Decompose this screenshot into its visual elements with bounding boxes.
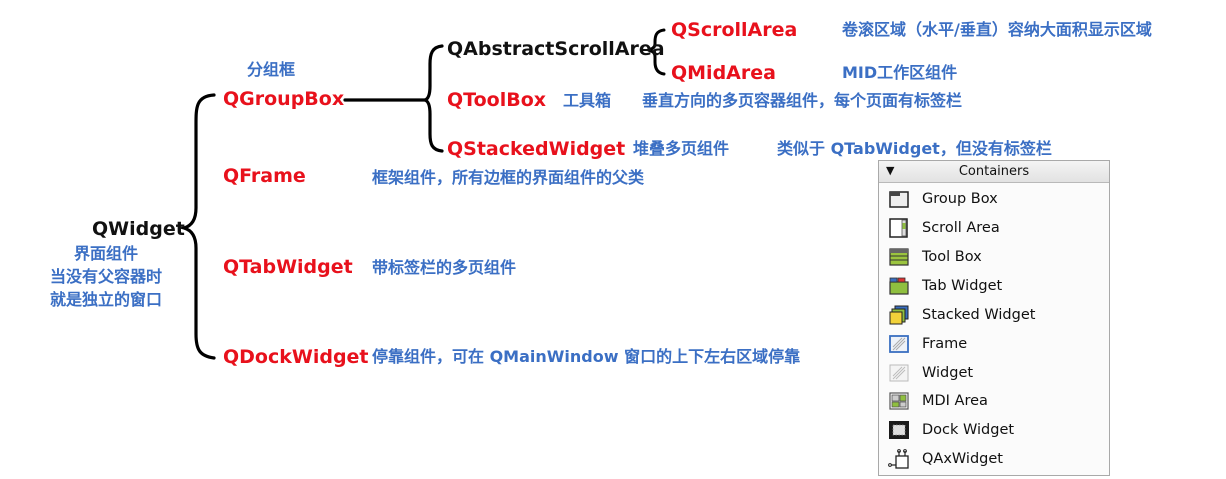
frame-class-label: QFrame xyxy=(223,165,306,187)
containers-item-label: Tab Widget xyxy=(922,278,1003,294)
toolbox-desc-short: 工具箱 xyxy=(563,91,612,110)
groupbox-brace xyxy=(419,44,444,153)
containers-item-label: Group Box xyxy=(922,191,998,207)
containers-item-dock-widget[interactable]: Dock Widget xyxy=(887,418,1103,442)
toolbox-desc-long: 垂直方向的多页容器组件，每个页面有标签栏 xyxy=(642,91,963,110)
containers-item-tab-widget[interactable]: Tab Widget xyxy=(887,274,1103,298)
groupbox-desc: 分组框 xyxy=(247,60,296,79)
containers-item-label: Scroll Area xyxy=(922,220,1000,236)
containers-item-frame[interactable]: Frame xyxy=(887,332,1103,356)
root-desc-line-3: 就是独立的窗口 xyxy=(49,290,162,309)
containers-item-label: Frame xyxy=(922,336,968,352)
tabwidget-class-label: QTabWidget xyxy=(223,256,353,278)
containers-item-scroll-area[interactable]: Scroll Area xyxy=(887,216,1103,240)
frame-desc: 框架组件，所有边框的界面组件的父类 xyxy=(372,168,645,187)
scroll-area-icon xyxy=(889,218,908,238)
containers-panel-header[interactable]: ▼ Containers xyxy=(879,161,1109,183)
dock-widget-class-label: QDockWidget xyxy=(223,346,369,368)
containers-item-label: Stacked Widget xyxy=(922,307,1036,323)
mdi-area-desc: MID工作区组件 xyxy=(842,63,958,82)
tabwidget-desc: 带标签栏的多页组件 xyxy=(372,258,517,277)
stacked-widget-class-label: QStackedWidget xyxy=(447,138,626,160)
root-desc-line-1: 界面组件 xyxy=(73,244,138,263)
scroll-area-desc: 卷滚区域（水平/垂直）容纳大面积显示区域 xyxy=(842,20,1152,39)
widget-icon xyxy=(889,364,909,382)
containers-item-label: QAxWidget xyxy=(922,451,1003,467)
root-brace xyxy=(178,93,216,360)
stacked-widget-desc-long: 类似于 QTabWidget，但没有标签栏 xyxy=(777,139,1052,158)
tool-box-icon xyxy=(889,248,909,266)
containers-item-stacked-widget[interactable]: Stacked Widget xyxy=(887,303,1103,327)
toolbox-class-label: QToolBox xyxy=(447,89,546,111)
containers-item-tool-box[interactable]: Tool Box xyxy=(887,245,1103,269)
containers-item-label: Tool Box xyxy=(922,249,982,265)
containers-item-label: MDI Area xyxy=(922,393,988,409)
root-desc-line-2: 当没有父容器时 xyxy=(49,267,162,286)
tab-widget-icon xyxy=(889,277,909,295)
groupbox-class-label: QGroupBox xyxy=(223,88,345,110)
abstract-scroll-area-label: QAbstractScrollArea xyxy=(447,38,665,60)
scroll-area-class-label: QScrollArea xyxy=(671,19,798,41)
containers-item-label: Widget xyxy=(922,365,974,381)
qaxwidget-icon xyxy=(888,449,909,469)
stacked-widget-icon xyxy=(889,305,909,325)
stacked-widget-desc-short: 堆叠多页组件 xyxy=(633,139,730,158)
containers-item-widget[interactable]: Widget xyxy=(887,361,1103,385)
containers-item-mdi-area[interactable]: MDI Area xyxy=(887,389,1103,413)
root-class-label: QWidget xyxy=(92,218,185,240)
dock-widget-desc: 停靠组件，可在 QMainWindow 窗口的上下左右区域停靠 xyxy=(372,347,801,366)
containers-panel: ▼ Containers Group Box Scroll Area Tool … xyxy=(878,160,1110,476)
dock-widget-icon xyxy=(889,421,909,439)
containers-item-qaxwidget[interactable]: QAxWidget xyxy=(887,447,1103,471)
containers-item-group-box[interactable]: Group Box xyxy=(887,187,1103,211)
containers-panel-title: Containers xyxy=(958,164,1030,179)
group-box-icon xyxy=(889,191,909,208)
mdi-area-class-label: QMidArea xyxy=(671,62,776,84)
frame-icon xyxy=(889,335,909,353)
mdi-area-icon xyxy=(889,392,909,410)
containers-item-label: Dock Widget xyxy=(922,422,1015,438)
